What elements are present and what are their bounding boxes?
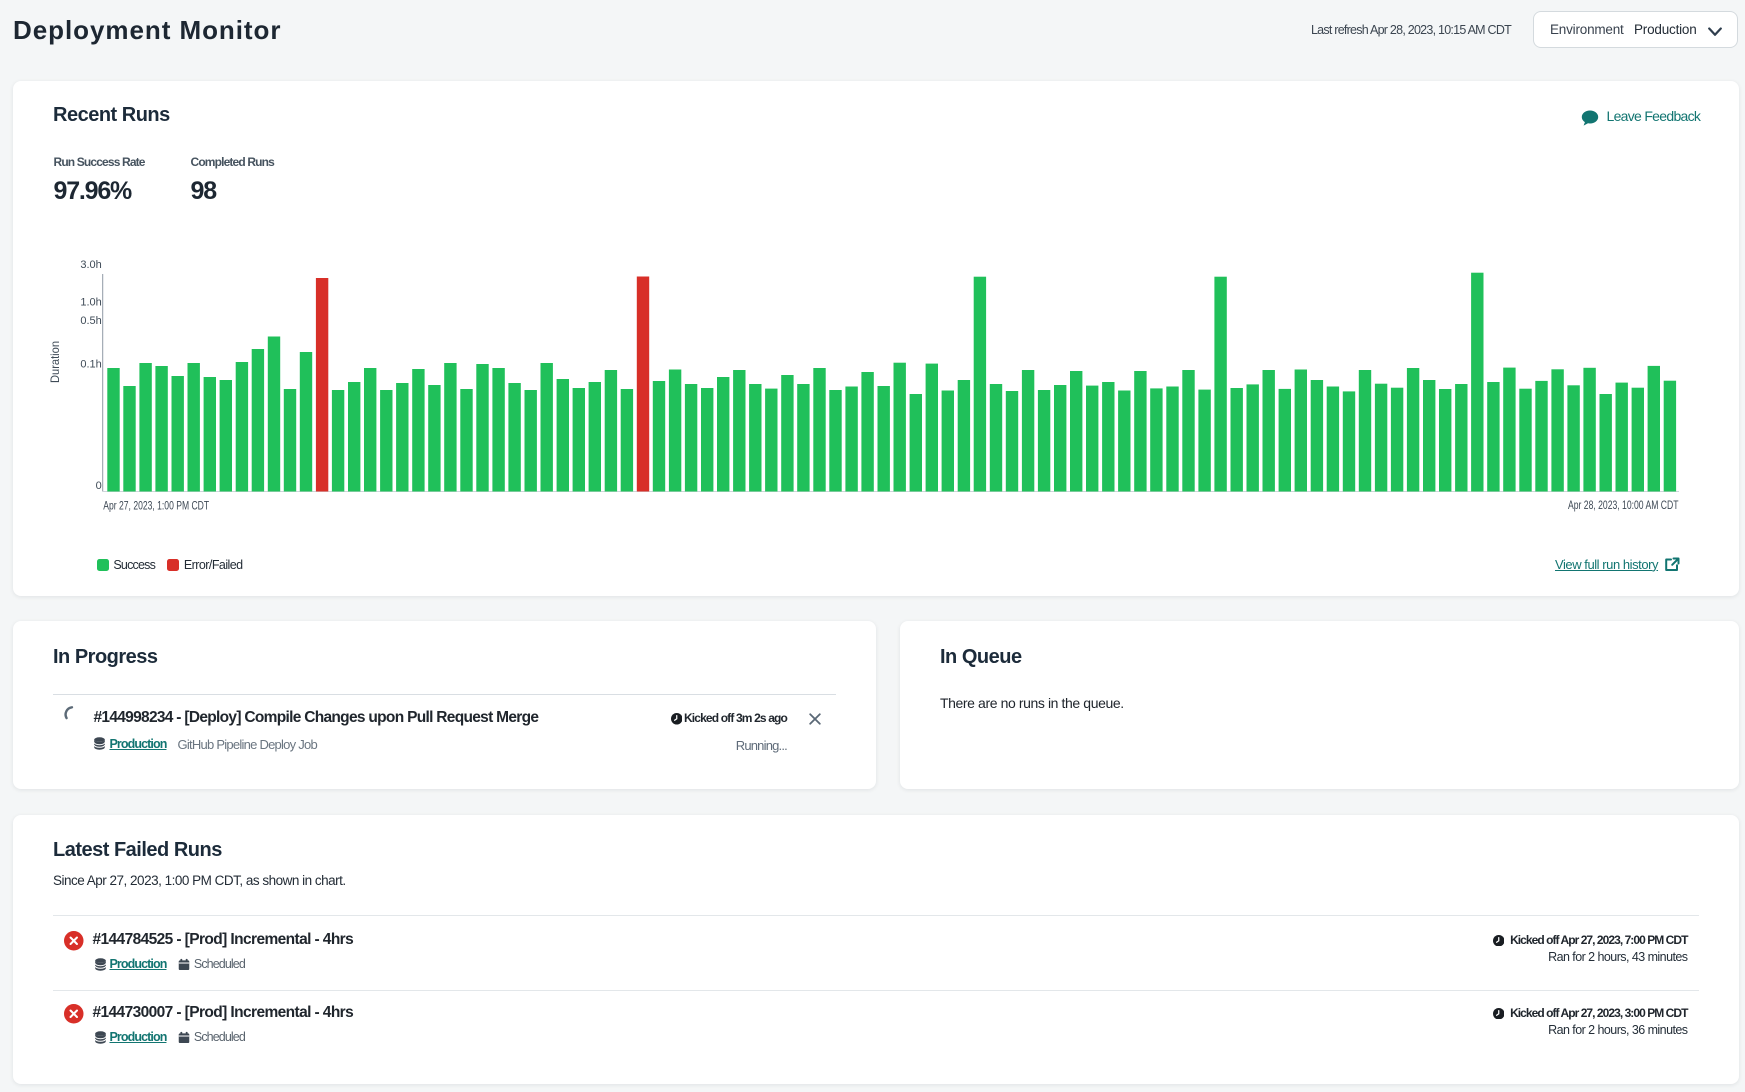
svg-text:Apr 27, 2023, 1:00 PM CDT: Apr 27, 2023, 1:00 PM CDT [103,501,209,513]
svg-text:0.5h: 0.5h [80,315,101,327]
svg-text:3.0h: 3.0h [80,259,101,271]
svg-text:0: 0 [96,480,102,492]
svg-text:0.1h: 0.1h [80,359,101,371]
svg-text:Apr 28, 2023, 10:00 AM CDT: Apr 28, 2023, 10:00 AM CDT [1568,500,1679,512]
svg-text:1.0h: 1.0h [80,296,101,308]
svg-text:Duration: Duration [48,341,62,383]
